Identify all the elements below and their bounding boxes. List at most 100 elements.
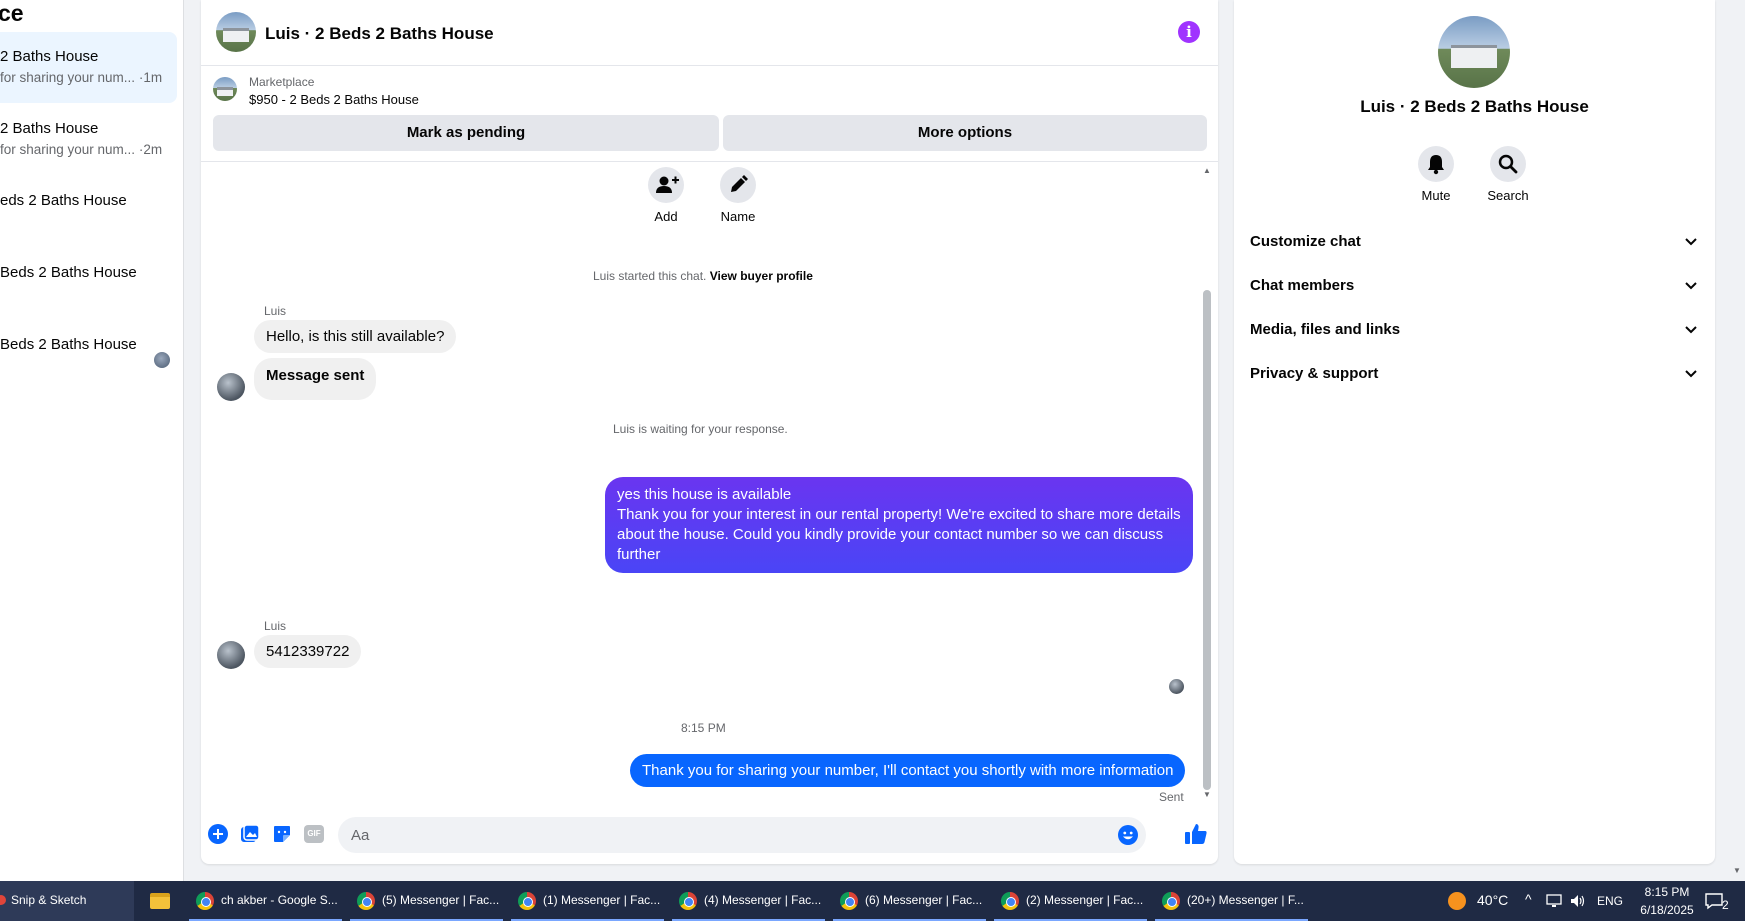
emoji-icon[interactable] xyxy=(1118,825,1138,845)
chevron-down-icon xyxy=(1685,282,1697,290)
chat-started-notice: Luis started this chat. View buyer profi… xyxy=(593,269,813,283)
conversation-item[interactable]: 2 Baths House for sharing your num... ·1… xyxy=(0,32,177,103)
sender-name: Luis xyxy=(264,619,287,633)
chrome-icon xyxy=(1162,892,1180,910)
profile-name: Luis · 2 Beds 2 Baths House xyxy=(1360,97,1589,116)
section-title: Chat members xyxy=(1250,277,1355,294)
search-button[interactable]: Search xyxy=(1473,146,1543,203)
outgoing-message-line: yes this house is available xyxy=(617,486,792,503)
message-scrollbar[interactable]: ▲ ▼ xyxy=(1203,166,1211,800)
thumbs-up-icon[interactable] xyxy=(1184,822,1208,846)
temperature[interactable]: 40°C xyxy=(1477,892,1508,908)
chevron-down-icon xyxy=(1685,370,1697,378)
conversation-item[interactable]: Beds 2 Baths House xyxy=(0,248,177,319)
chrome-icon xyxy=(357,892,375,910)
outgoing-message[interactable]: yes this house is available Thank you fo… xyxy=(605,477,1193,573)
snip-sketch-icon xyxy=(0,895,6,905)
chrome-icon xyxy=(518,892,536,910)
conversation-item[interactable]: eds 2 Baths House xyxy=(0,176,177,247)
add-label: Add xyxy=(654,209,678,224)
plus-circle-icon[interactable] xyxy=(208,824,228,844)
conversation-item[interactable]: Beds 2 Baths House xyxy=(0,320,177,391)
clock-time[interactable]: 8:15 PM xyxy=(1637,885,1697,899)
taskbar-item-chrome[interactable]: (6) Messenger | Fac... xyxy=(833,881,986,921)
conversation-title: eds 2 Baths House xyxy=(0,192,127,209)
volume-icon[interactable] xyxy=(1569,893,1587,909)
search-label: Search xyxy=(1487,188,1529,203)
taskbar-item-chrome[interactable]: (1) Messenger | Fac... xyxy=(511,881,664,921)
taskbar-item-snip-sketch[interactable]: Snip & Sketch xyxy=(0,881,134,921)
notifications-icon[interactable] xyxy=(1704,892,1724,910)
weather-sun-icon[interactable] xyxy=(1448,892,1466,910)
taskbar-item-label: (20+) Messenger | F... xyxy=(1187,893,1304,907)
taskbar-item-label: ch akber - Google S... xyxy=(221,893,338,907)
taskbar-item-chrome[interactable]: ch akber - Google S... xyxy=(189,881,342,921)
scroll-down-icon[interactable]: ▼ xyxy=(1203,790,1211,799)
add-person-button[interactable] xyxy=(648,167,684,203)
customize-chat-section[interactable]: Customize chat xyxy=(1250,220,1700,264)
chrome-icon xyxy=(840,892,858,910)
message-input[interactable] xyxy=(351,817,1051,853)
taskbar-item-label: (2) Messenger | Fac... xyxy=(1026,893,1144,907)
outgoing-message[interactable]: Thank you for sharing your number, I'll … xyxy=(630,754,1186,787)
sender-avatar[interactable] xyxy=(217,641,245,669)
taskbar-item-label: Snip & Sketch xyxy=(11,893,87,907)
chat-panel: Luis · 2 Beds 2 Baths House i Marketplac… xyxy=(201,0,1218,864)
listing-thumbnail[interactable] xyxy=(213,77,237,101)
taskbar-item-chrome[interactable]: (20+) Messenger | F... xyxy=(1155,881,1308,921)
section-title: Media, files and links xyxy=(1250,321,1401,338)
language-indicator[interactable]: ENG xyxy=(1597,894,1623,908)
incoming-message[interactable]: 5412339722 xyxy=(254,635,362,668)
marketplace-label: Marketplace xyxy=(249,75,315,89)
chat-avatar[interactable] xyxy=(216,12,256,52)
clock-date[interactable]: 6/18/2025 xyxy=(1635,903,1699,917)
incoming-message[interactable]: Hello, is this still available? xyxy=(254,320,457,353)
name-button[interactable] xyxy=(720,167,756,203)
listing-title[interactable]: $950 - 2 Beds 2 Baths House xyxy=(249,92,419,107)
notification-count: 2 xyxy=(1722,898,1729,912)
taskbar-item-chrome[interactable]: (2) Messenger | Fac... xyxy=(994,881,1147,921)
gif-icon[interactable]: GIF xyxy=(304,825,324,843)
conversation-snippet: for sharing your num... xyxy=(0,142,136,157)
chrome-icon xyxy=(1001,892,1019,910)
seen-avatar-icon xyxy=(154,352,170,368)
taskbar-item-chrome[interactable]: (5) Messenger | Fac... xyxy=(350,881,503,921)
chat-title[interactable]: Luis · 2 Beds 2 Baths House xyxy=(265,24,494,44)
media-files-links-section[interactable]: Media, files and links xyxy=(1250,308,1700,352)
show-hidden-icons-icon[interactable]: ^ xyxy=(1525,891,1532,907)
page-scroll-down-icon[interactable]: ▼ xyxy=(1733,866,1741,875)
sender-avatar[interactable] xyxy=(217,373,245,401)
scroll-up-icon[interactable]: ▲ xyxy=(1203,166,1211,175)
mark-pending-button[interactable]: Mark as pending xyxy=(213,115,719,151)
conversation-list: ce 2 Baths House for sharing your num...… xyxy=(0,0,184,881)
incoming-message[interactable]: Message sent xyxy=(254,358,377,400)
read-receipt-avatar xyxy=(1169,679,1184,694)
search-icon xyxy=(1498,154,1518,174)
info-icon[interactable]: i xyxy=(1178,21,1200,43)
composer: GIF xyxy=(201,800,1218,864)
conversation-time: ·1m xyxy=(138,70,163,85)
message-thread: Add Name Luis started this chat. View bu… xyxy=(201,162,1218,804)
pencil-icon xyxy=(731,175,748,192)
taskbar-item-chrome[interactable]: (4) Messenger | Fac... xyxy=(672,881,825,921)
view-buyer-profile-link[interactable]: View buyer profile xyxy=(710,269,813,283)
conversation-snippet: for sharing your num... xyxy=(0,70,136,85)
mute-button[interactable]: Mute xyxy=(1401,146,1471,203)
mute-label: Mute xyxy=(1421,188,1451,203)
taskbar-item-label: (4) Messenger | Fac... xyxy=(704,893,822,907)
photo-icon[interactable] xyxy=(240,824,260,844)
taskbar-item-file-explorer[interactable] xyxy=(134,881,184,921)
network-icon[interactable] xyxy=(1546,893,1562,909)
sidebar-title: ce xyxy=(0,0,24,26)
chat-members-section[interactable]: Chat members xyxy=(1250,264,1700,308)
started-text: Luis started this chat. xyxy=(593,269,707,283)
conversation-item[interactable]: 2 Baths House for sharing your num... ·2… xyxy=(0,104,177,175)
conversation-title: 2 Baths House xyxy=(0,120,99,137)
compose-box[interactable] xyxy=(338,817,1146,853)
sticker-icon[interactable] xyxy=(272,824,292,844)
profile-avatar[interactable] xyxy=(1438,16,1510,88)
privacy-support-section[interactable]: Privacy & support xyxy=(1250,352,1700,396)
more-options-button[interactable]: More options xyxy=(723,115,1207,151)
chevron-down-icon xyxy=(1685,326,1697,334)
scroll-thumb[interactable] xyxy=(1203,290,1211,790)
